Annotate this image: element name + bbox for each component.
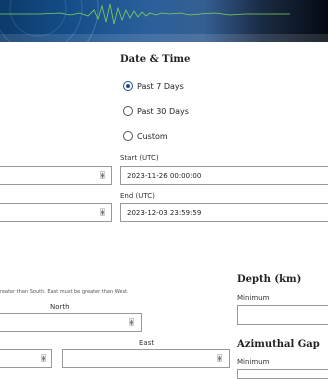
spinner-icon[interactable]: ▲ ▼ (100, 208, 105, 216)
azimuthal-minimum-label: Minimum (237, 358, 270, 366)
start-datetime-input[interactable]: 2023-11-26 00:00:00 (120, 166, 328, 185)
header-banner (0, 0, 328, 42)
radio-button-checked[interactable] (123, 81, 133, 91)
spinner-icon[interactable]: ▲ ▼ (100, 171, 105, 179)
radio-past-30-days[interactable]: Past 30 Days (123, 106, 189, 116)
north-label: North (50, 303, 70, 311)
depth-heading: Depth (km) (237, 274, 302, 285)
date-time-heading: Date & Time (120, 54, 191, 65)
radio-label: Past 7 Days (137, 81, 184, 91)
north-input[interactable] (0, 313, 142, 332)
region-help-text: reater than South. East must be greater … (0, 289, 129, 295)
azimuthal-minimum-input[interactable] (237, 369, 328, 379)
radio-label: Custom (137, 131, 168, 141)
azimuthal-gap-heading: Azimuthal Gap (237, 339, 320, 350)
radio-button[interactable] (123, 106, 133, 116)
radio-custom[interactable]: Custom (123, 131, 168, 141)
left-input-1[interactable] (0, 166, 112, 185)
spinner-icon[interactable]: ▲ ▼ (41, 354, 46, 362)
spinner-icon[interactable]: ▲ ▼ (129, 318, 134, 326)
spinner-icon[interactable]: ▲ ▼ (217, 354, 222, 362)
start-label: Start (UTC) (120, 154, 159, 162)
depth-minimum-label: Minimum (237, 294, 270, 302)
left-input-2[interactable] (0, 203, 112, 222)
radio-past-7-days[interactable]: Past 7 Days (123, 81, 184, 91)
end-label: End (UTC) (120, 192, 155, 200)
header-strip (0, 34, 328, 42)
east-input[interactable] (62, 349, 230, 368)
east-label: East (139, 339, 155, 347)
radio-button[interactable] (123, 131, 133, 141)
radio-label: Past 30 Days (137, 106, 189, 116)
depth-minimum-input[interactable] (237, 305, 328, 325)
end-datetime-input[interactable]: 2023-12-03 23:59:59 (120, 203, 328, 222)
